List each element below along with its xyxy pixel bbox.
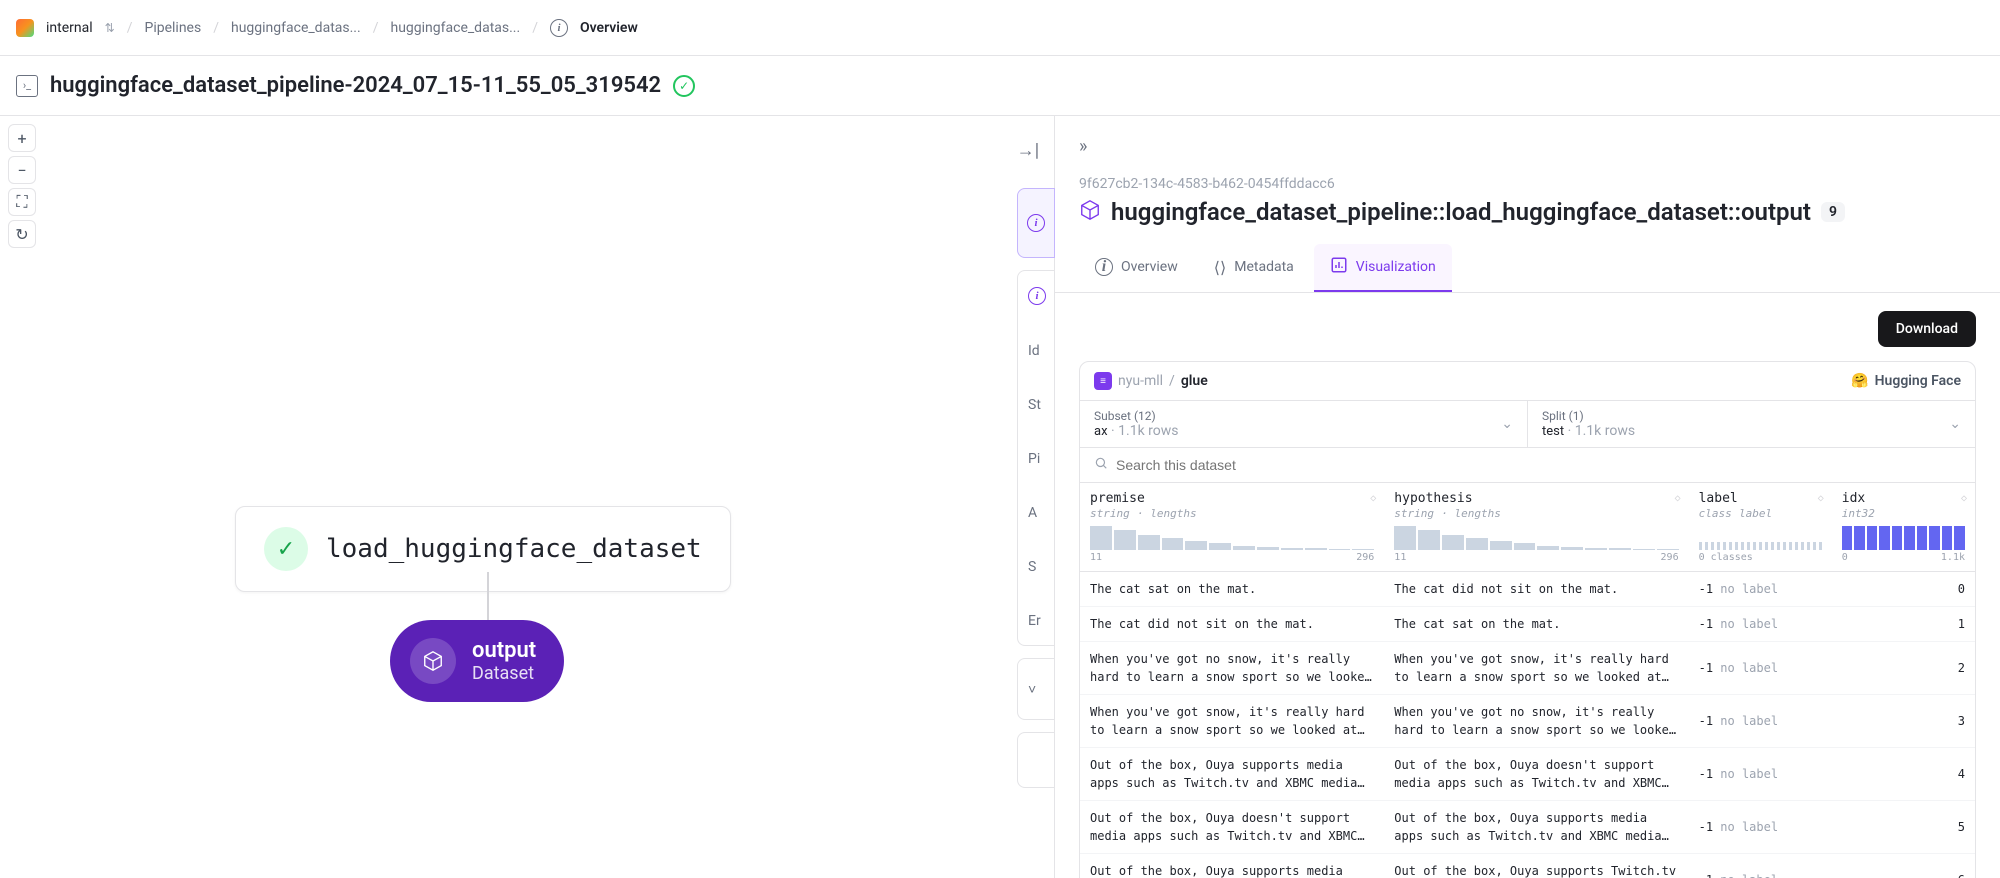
column-header-label[interactable]: label class label 0 classes ◇	[1689, 483, 1832, 572]
sort-icon: ◇	[1675, 493, 1681, 504]
hf-emoji-icon: 🤗	[1851, 373, 1868, 389]
side-tab[interactable]: Id	[1028, 343, 1054, 359]
histogram-label	[1699, 526, 1822, 550]
histogram-premise	[1090, 526, 1374, 550]
graph-edge	[487, 572, 489, 620]
collapsed-side-panel: i i Id St Pi A S Er ˅	[1017, 188, 1055, 878]
panel-footer-box	[1017, 732, 1055, 788]
tab-visualization[interactable]: Visualization	[1314, 244, 1452, 292]
download-button[interactable]: Download	[1878, 311, 1976, 347]
data-table: premise string · lengths 11296 ◇ hypothe…	[1080, 483, 1975, 878]
column-header-hypothesis[interactable]: hypothesis string · lengths 11296 ◇	[1384, 483, 1688, 572]
column-header-premise[interactable]: premise string · lengths 11296 ◇	[1080, 483, 1384, 572]
dataset-viewer: ≡ nyu-mll / glue 🤗 Hugging Face Subset (…	[1079, 361, 1976, 878]
side-tab[interactable]: i	[1028, 287, 1054, 305]
split-selector[interactable]: Split (1) test · 1.1k rows ⌄	[1528, 401, 1975, 447]
histogram-hypothesis	[1394, 526, 1678, 550]
title-bar: ›_ huggingface_dataset_pipeline-2024_07_…	[0, 56, 2000, 116]
table-row[interactable]: When you've got snow, it's really hard t…	[1080, 695, 1975, 748]
run-title: huggingface_dataset_pipeline-2024_07_15-…	[50, 73, 661, 98]
subset-selector[interactable]: Subset (12) ax · 1.1k rows ⌄	[1080, 401, 1528, 447]
dataset-icon	[410, 638, 456, 684]
side-tab[interactable]: St	[1028, 397, 1054, 413]
table-row[interactable]: The cat sat on the mat.The cat did not s…	[1080, 572, 1975, 607]
side-tab[interactable]: Er	[1028, 613, 1054, 629]
op-node-label: load_huggingface_dataset	[326, 534, 702, 564]
side-tab[interactable]: A	[1028, 505, 1054, 521]
dataset-path[interactable]: ≡ nyu-mll / glue	[1094, 372, 1208, 390]
tab-metadata[interactable]: ⟨⟩ Metadata	[1198, 244, 1310, 292]
run-icon: ›_	[16, 75, 38, 97]
detail-panel: » 9f627cb2-134c-4583-b462-0454ffddacc6 h…	[1055, 116, 2000, 878]
table-row[interactable]: Out of the box, Ouya supports media apps…	[1080, 854, 1975, 878]
success-check-icon: ✓	[264, 527, 308, 571]
success-status-icon: ✓	[673, 75, 695, 97]
side-tab[interactable]: S	[1028, 559, 1054, 575]
sort-icon: ◇	[1961, 493, 1967, 504]
huggingface-link[interactable]: 🤗 Hugging Face	[1851, 373, 1961, 389]
canvas-toolbar: + − ⛶ ↻	[8, 124, 36, 248]
search-icon	[1094, 456, 1108, 474]
output-node[interactable]: output Dataset	[390, 620, 564, 702]
tab-overview[interactable]: i Overview	[1079, 244, 1194, 292]
breadcrumb-item[interactable]: huggingface_datas...	[231, 20, 361, 36]
table-row[interactable]: When you've got no snow, it's really har…	[1080, 642, 1975, 695]
chevron-down-icon: ⌄	[1949, 416, 1961, 432]
org-badge	[16, 19, 34, 37]
graph-canvas[interactable]: + − ⛶ ↻ →| ✓ load_huggingface_dataset ou…	[0, 116, 1055, 878]
column-header-idx[interactable]: idx int32 01.1k ◇	[1832, 483, 1975, 572]
chart-icon	[1330, 256, 1348, 278]
chevron-down-icon: ⌄	[1501, 416, 1513, 432]
collapse-panel-icon[interactable]: →|	[1014, 136, 1042, 164]
refresh-button[interactable]: ↻	[8, 220, 36, 248]
table-row[interactable]: Out of the box, Ouya doesn't support med…	[1080, 801, 1975, 854]
panel-collapse-row[interactable]: ˅	[1017, 658, 1055, 720]
breadcrumb-sep: /	[127, 20, 133, 36]
fit-screen-button[interactable]: ⛶	[8, 188, 36, 216]
histogram-idx	[1842, 526, 1965, 550]
info-icon: i	[1095, 258, 1113, 276]
breadcrumb-pipelines[interactable]: Pipelines	[144, 20, 201, 36]
panel-info-box[interactable]: i	[1017, 188, 1055, 258]
asset-title: huggingface_dataset_pipeline::load_huggi…	[1111, 198, 1811, 226]
detail-tabs: i Overview ⟨⟩ Metadata Visualization	[1055, 244, 2000, 293]
breadcrumb-item[interactable]: huggingface_datas...	[390, 20, 520, 36]
sort-icon: ◇	[1370, 493, 1376, 504]
org-name[interactable]: internal	[46, 20, 93, 36]
table-row[interactable]: Out of the box, Ouya supports media apps…	[1080, 748, 1975, 801]
asset-uuid: 9f627cb2-134c-4583-b462-0454ffddacc6	[1079, 176, 1976, 192]
top-breadcrumb-bar: internal ⇅ / Pipelines / huggingface_dat…	[0, 0, 2000, 56]
table-row[interactable]: The cat did not sit on the mat.The cat s…	[1080, 607, 1975, 642]
sort-icon: ◇	[1818, 493, 1824, 504]
code-icon: ⟨⟩	[1214, 258, 1226, 277]
output-node-type: Dataset	[472, 663, 536, 684]
expand-panel-icon[interactable]: »	[1079, 136, 1099, 156]
op-node[interactable]: ✓ load_huggingface_dataset	[235, 506, 731, 592]
dataset-badge-icon: ≡	[1094, 372, 1112, 390]
info-icon: i	[550, 19, 568, 37]
asset-count-badge: 9	[1821, 202, 1845, 222]
zoom-in-button[interactable]: +	[8, 124, 36, 152]
breadcrumb: / Pipelines / huggingface_datas... / hug…	[127, 19, 638, 37]
asset-cube-icon	[1079, 199, 1101, 225]
output-node-title: output	[472, 638, 536, 663]
org-switcher-icon[interactable]: ⇅	[105, 21, 115, 35]
search-input[interactable]	[1116, 457, 1961, 473]
zoom-out-button[interactable]: −	[8, 156, 36, 184]
breadcrumb-current: Overview	[580, 20, 638, 36]
side-tab[interactable]: Pi	[1028, 451, 1054, 467]
